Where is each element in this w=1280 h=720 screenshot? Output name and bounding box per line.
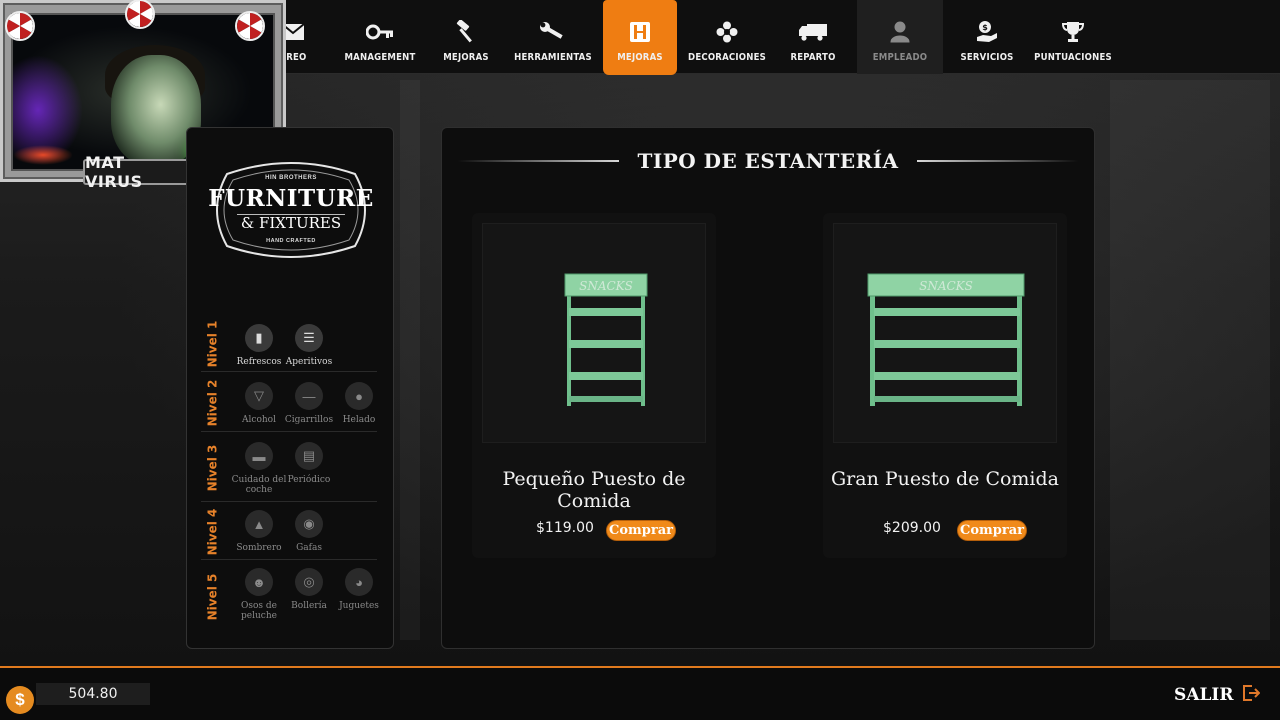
buy-button[interactable]: Comprar	[606, 520, 676, 541]
category-sombrero[interactable]: ▲ Sombrero	[231, 510, 287, 553]
category-bolleria[interactable]: ◎ Bollería	[281, 568, 337, 611]
product-image: SNACKS	[482, 223, 706, 443]
donut-icon: ◎	[295, 568, 323, 596]
truck-icon	[798, 20, 828, 44]
level-label: Nivel 5	[205, 573, 220, 621]
product-card-small-stand[interactable]: SNACKS Pequeño Puesto de Comida $119.00 …	[472, 213, 716, 558]
exit-icon	[1242, 684, 1260, 707]
ball-icon: ◕	[345, 568, 373, 596]
burger-icon: ☰	[295, 324, 323, 352]
nav-label: REPARTO	[790, 52, 836, 63]
product-price: $119.00	[536, 520, 594, 536]
large-shelf-image: SNACKS	[867, 273, 1025, 406]
bottom-bar	[0, 666, 1280, 720]
exit-label: SALIR	[1174, 685, 1234, 705]
title-divider	[916, 160, 1079, 162]
exit-button[interactable]: SALIR	[1174, 683, 1260, 707]
category-refrescos[interactable]: ▮ Refrescos	[231, 324, 287, 367]
person-icon	[890, 20, 910, 44]
nav-mejoras-tools[interactable]: MEJORAS	[423, 0, 509, 74]
product-name: Pequeño Puesto de Comida	[502, 468, 686, 512]
category-cuidado-coche[interactable]: ▬ Cuidado del coche	[231, 442, 287, 495]
category-helado[interactable]: ● Helado	[331, 382, 387, 425]
nav-label: MANAGEMENT	[344, 52, 416, 63]
nav-mejoras-shelves[interactable]: MEJORAS	[603, 0, 677, 75]
category-aperitivos[interactable]: ☰ Aperitivos	[281, 324, 337, 367]
newspaper-icon: ▤	[295, 442, 323, 470]
nav-label: MEJORAS	[443, 52, 489, 63]
shelf-icon	[629, 20, 651, 44]
nav-label: SERVICIOS	[960, 52, 1014, 63]
small-shelf-image: SNACKS	[564, 273, 648, 406]
nav-decoraciones[interactable]: DECORACIONES	[684, 0, 770, 74]
title-divider	[458, 160, 620, 162]
background-pillar	[400, 80, 420, 640]
furniture-fixtures-logo: HIN BROTHERS FURNITURE & FIXTURES HAND C…	[207, 154, 375, 266]
panel-header: TIPO DE ESTANTERÍA	[458, 146, 1079, 176]
category-periodico[interactable]: ▤ Periódico	[281, 442, 337, 485]
logo-sub-text: & FIXTURES	[240, 213, 342, 232]
flower-icon	[716, 20, 738, 44]
level-label: Nivel 3	[205, 444, 220, 492]
key-icon	[366, 20, 394, 44]
hammer-icon	[454, 20, 478, 44]
trophy-icon	[1062, 20, 1084, 44]
product-card-large-stand[interactable]: SNACKS Gran Puesto de Comida $209.00 Com…	[823, 213, 1067, 558]
level-row-5: Nivel 5 ☻ Osos de peluche ◎ Bollería ◕ J…	[201, 562, 379, 632]
category-cigarrillos[interactable]: ― Cigarrillos	[281, 382, 337, 425]
icecream-icon: ●	[345, 382, 373, 410]
money-balance: 504.80	[36, 683, 150, 705]
svg-text:$: $	[982, 23, 988, 32]
shelf-type-panel: TIPO DE ESTANTERÍA SNACKS Pequeño Puesto…	[441, 127, 1095, 649]
panel-title: TIPO DE ESTANTERÍA	[637, 149, 899, 173]
car-icon: ▬	[245, 442, 273, 470]
hand-coin-icon: $	[975, 20, 999, 44]
coin-icon: $	[6, 686, 34, 714]
umbrella-logo-icon	[125, 0, 155, 29]
hat-icon: ▲	[245, 510, 273, 538]
nav-puntuaciones[interactable]: PUNTUACIONES	[1030, 0, 1116, 74]
streamer-name: MAT VIRUS	[83, 153, 189, 191]
glasses-icon: ◉	[295, 510, 323, 538]
category-alcohol[interactable]: ▽ Alcohol	[231, 382, 287, 425]
buy-button[interactable]: Comprar	[957, 520, 1027, 541]
category-panel: HIN BROTHERS FURNITURE & FIXTURES HAND C…	[186, 127, 394, 649]
background-wall	[1110, 80, 1270, 640]
nav-herramientas[interactable]: HERRAMIENTAS	[510, 0, 596, 74]
shelf-sign-text: SNACKS	[919, 279, 973, 293]
shelf-sign-text: SNACKS	[579, 279, 633, 293]
category-juguetes[interactable]: ◕ Juguetes	[331, 568, 387, 611]
cigarette-icon: ―	[295, 382, 323, 410]
level-row-3: Nivel 3 ▬ Cuidado del coche ▤ Periódico	[201, 434, 377, 502]
nav-label: HERRAMIENTAS	[514, 52, 592, 63]
product-price: $209.00	[883, 520, 941, 536]
logo-main-text: FURNITURE	[208, 184, 374, 212]
level-row-4: Nivel 4 ▲ Sombrero ◉ Gafas	[201, 504, 377, 560]
level-label: Nivel 4	[205, 508, 220, 556]
category-gafas[interactable]: ◉ Gafas	[281, 510, 337, 553]
nav-label: PUNTUACIONES	[1034, 52, 1112, 63]
product-name: Gran Puesto de Comida	[831, 468, 1059, 490]
teddy-icon: ☻	[245, 568, 273, 596]
nav-servicios[interactable]: $ SERVICIOS	[944, 0, 1030, 74]
nav-management[interactable]: MANAGEMENT	[337, 0, 423, 74]
nav-label: DECORACIONES	[688, 52, 766, 63]
umbrella-logo-icon	[5, 11, 35, 41]
level-row-2: Nivel 2 ▽ Alcohol ― Cigarrillos ● Helado	[201, 374, 377, 432]
logo-top-text: HIN BROTHERS	[265, 174, 317, 181]
wrench-icon	[539, 20, 567, 44]
product-image: SNACKS	[833, 223, 1057, 443]
logo-bottom-text: HAND CRAFTED	[266, 237, 316, 244]
level-label: Nivel 1	[205, 320, 220, 368]
nav-reparto[interactable]: REPARTO	[770, 0, 856, 74]
bottle-icon: ▮	[245, 324, 273, 352]
nav-label: EMPLEADO	[872, 52, 928, 63]
nav-label: MEJORAS	[617, 52, 663, 63]
level-label: Nivel 2	[205, 379, 220, 427]
category-osos-peluche[interactable]: ☻ Osos de peluche	[231, 568, 287, 621]
level-row-1: Nivel 1 ▮ Refrescos ☰ Aperitivos	[201, 316, 377, 372]
wine-icon: ▽	[245, 382, 273, 410]
nav-empleado[interactable]: EMPLEADO	[857, 0, 943, 74]
umbrella-logo-icon	[235, 11, 265, 41]
